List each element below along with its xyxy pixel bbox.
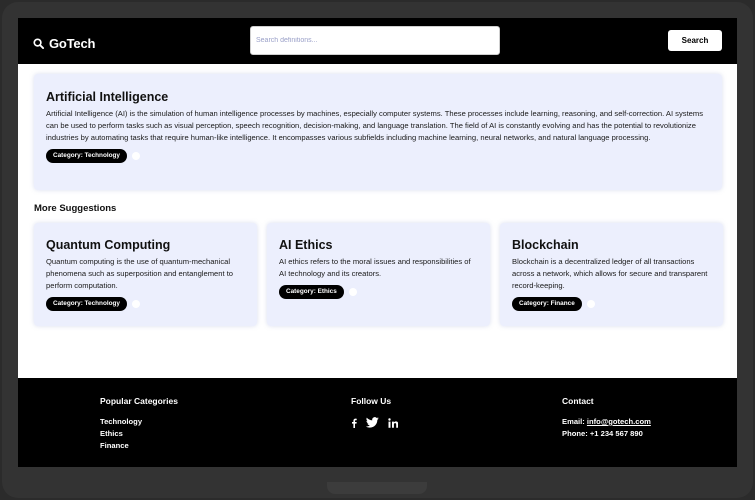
email-label: Email: xyxy=(562,417,587,426)
main-definition-card: Artificial Intelligence Artificial Intel… xyxy=(34,74,722,190)
suggestion-title: AI Ethics xyxy=(279,238,333,252)
suggestion-title: Quantum Computing xyxy=(46,238,171,252)
linkedin-icon[interactable] xyxy=(388,415,399,433)
bookmark-dot[interactable] xyxy=(586,300,595,308)
suggestions-heading: More Suggestions xyxy=(34,203,117,214)
contact-email: Email: info@gotech.com xyxy=(562,416,651,428)
suggestion-description: Blockchain is a decentralized ledger of … xyxy=(512,257,708,290)
suggestion-description: Quantum computing is the use of quantum-… xyxy=(46,257,234,290)
contact-phone: Phone: +1 234 567 890 xyxy=(562,429,643,438)
suggestion-card-ai-ethics[interactable]: AI Ethics AI ethics refers to the moral … xyxy=(267,223,490,326)
category-badge[interactable]: Category: Technology xyxy=(46,297,127,311)
browser-viewport: GoTech Search Artificial Intelligence Ar… xyxy=(18,18,737,467)
badge-row: Category: Finance xyxy=(512,297,711,311)
suggestion-card-quantum-computing[interactable]: Quantum Computing Quantum computing is t… xyxy=(34,223,257,326)
search-icon xyxy=(33,34,44,53)
footer-categories: Popular Categories Technology Ethics Fin… xyxy=(100,396,178,452)
laptop-base xyxy=(327,482,427,494)
logo-text: GoTech xyxy=(49,36,96,51)
suggestion-description: AI ethics refers to the moral issues and… xyxy=(279,257,471,278)
site-header: GoTech Search xyxy=(18,18,737,64)
category-badge[interactable]: Category: Technology xyxy=(46,149,127,163)
twitter-icon[interactable] xyxy=(365,415,379,433)
footer-category-link[interactable]: Finance xyxy=(100,440,178,452)
badge-row: Category: Ethics xyxy=(279,285,478,299)
definition-description: Artificial Intelligence (AI) is the simu… xyxy=(46,109,704,142)
footer-follow: Follow Us xyxy=(351,396,399,433)
category-badge[interactable]: Category: Finance xyxy=(512,297,582,311)
badge-row: Category: Technology xyxy=(46,297,245,311)
bookmark-dot[interactable] xyxy=(348,288,357,296)
footer-follow-heading: Follow Us xyxy=(351,396,392,406)
facebook-icon[interactable] xyxy=(351,415,357,433)
category-badge[interactable]: Category: Ethics xyxy=(279,285,344,299)
bookmark-dot[interactable] xyxy=(132,300,140,308)
footer-category-link[interactable]: Technology xyxy=(100,416,178,428)
footer-categories-heading: Popular Categories xyxy=(100,396,178,406)
suggestion-title: Blockchain xyxy=(512,238,579,252)
bookmark-dot[interactable] xyxy=(132,152,140,160)
search-input[interactable] xyxy=(250,26,500,55)
suggestion-card-blockchain[interactable]: Blockchain Blockchain is a decentralized… xyxy=(500,223,723,326)
site-footer: Popular Categories Technology Ethics Fin… xyxy=(18,378,737,467)
logo[interactable]: GoTech xyxy=(33,34,95,53)
footer-contact: Contact Email: info@gotech.com Phone: +1… xyxy=(562,396,651,440)
definition-title: Artificial Intelligence xyxy=(46,90,169,104)
footer-contact-heading: Contact xyxy=(562,396,594,406)
badge-row: Category: Technology xyxy=(46,149,710,163)
email-link[interactable]: info@gotech.com xyxy=(587,417,651,426)
social-links xyxy=(351,415,399,433)
footer-category-link[interactable]: Ethics xyxy=(100,428,178,440)
search-button[interactable]: Search xyxy=(668,30,722,51)
